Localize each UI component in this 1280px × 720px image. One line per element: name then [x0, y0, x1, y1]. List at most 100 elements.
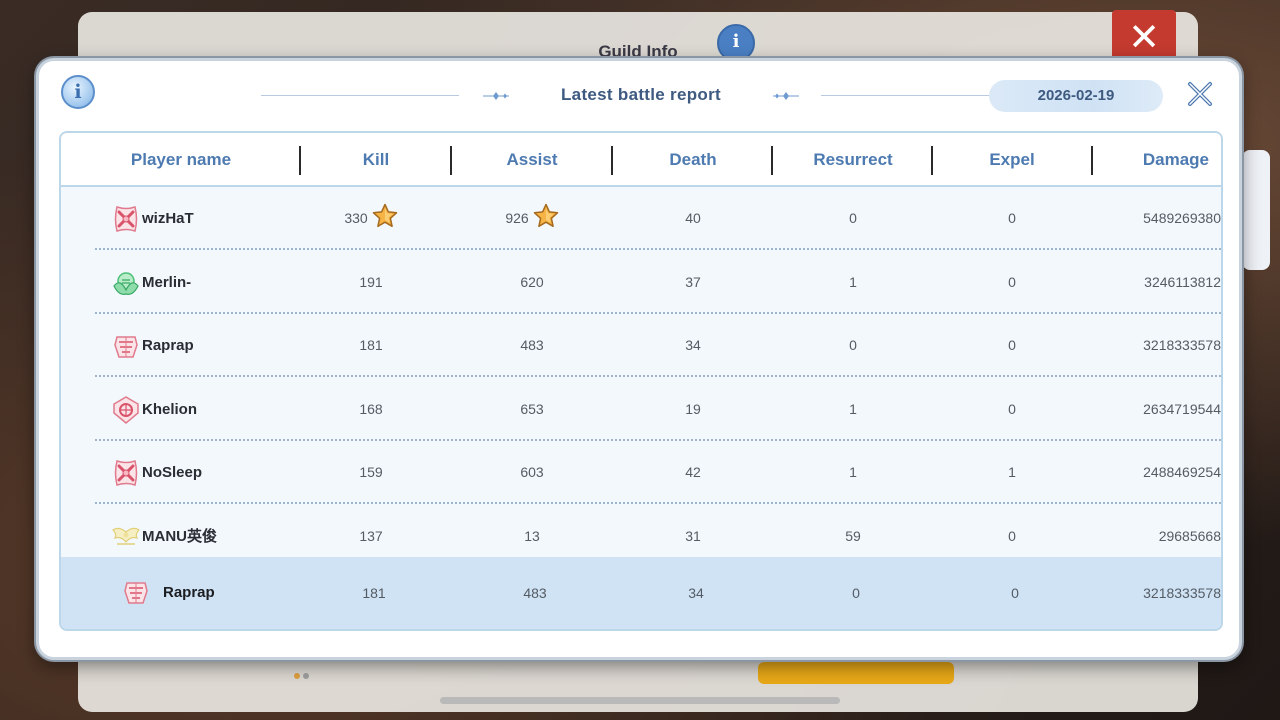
- assist-cell: 483: [455, 557, 615, 629]
- resurrect-cell-value: 1: [849, 273, 857, 290]
- kill-cell-value: 181: [359, 337, 383, 354]
- death-cell-value: 42: [685, 464, 701, 481]
- resurrect-cell: 0: [776, 557, 936, 629]
- death-cell-value: 40: [685, 210, 701, 226]
- damage-cell-value: 2634719544: [1143, 400, 1221, 417]
- table-row[interactable]: Khelion 168 653 19 1 0 2634719544: [61, 378, 1221, 441]
- death-cell: 34: [613, 314, 773, 377]
- resurrect-cell-value: 0: [852, 585, 860, 601]
- kill-cell: 330: [301, 187, 441, 250]
- damage-cell-value: 5489269380: [1143, 210, 1221, 226]
- damage-cell-value: 2488469254: [1143, 464, 1221, 481]
- kill-cell-value: 137: [359, 528, 383, 544]
- expel-cell-value: 0: [1008, 337, 1016, 354]
- kill-cell: 168: [301, 378, 441, 441]
- side-tab: [1242, 150, 1270, 270]
- kill-cell: 159: [301, 441, 441, 504]
- player-name[interactable]: Raprap: [163, 557, 313, 629]
- death-cell: 40: [613, 187, 773, 250]
- death-cell: 37: [613, 251, 773, 314]
- table-row[interactable]: Raprap 181 483 34 0 0 3218333578: [61, 314, 1221, 378]
- resurrect-cell-value: 1: [849, 464, 857, 481]
- helmet-guild-icon: [111, 331, 141, 361]
- assist-cell: 603: [452, 441, 612, 504]
- page-dots: [294, 664, 314, 679]
- helmet-guild-icon: [121, 577, 151, 607]
- resurrect-cell: 1: [773, 378, 933, 441]
- damage-cell-value: 3218333578: [1143, 585, 1221, 601]
- crescent-ornament-right-icon: [773, 87, 814, 105]
- damage-cell: 2488469254: [1061, 441, 1221, 504]
- death-cell-value: 34: [685, 337, 701, 354]
- table-row[interactable]: Merlin- 191 620 37 1 0 3246113812: [61, 251, 1221, 314]
- star-icon: [372, 204, 397, 228]
- expel-cell-value: 0: [1008, 528, 1016, 544]
- home-indicator[interactable]: [440, 697, 840, 704]
- assist-cell-value: 620: [520, 273, 544, 290]
- damage-cell-value: 3246113812: [1144, 273, 1221, 290]
- death-cell-value: 34: [688, 585, 704, 601]
- death-cell: 34: [616, 557, 776, 629]
- kill-cell: 191: [301, 251, 441, 314]
- expel-cell-value: 0: [1011, 585, 1019, 601]
- kill-cell-value: 191: [359, 273, 383, 290]
- column-header-expel[interactable]: Expel: [933, 133, 1091, 187]
- expel-cell-value: 0: [1008, 400, 1016, 417]
- expel-cell-value: 1: [1008, 464, 1016, 481]
- damage-cell: 3218333578: [1061, 557, 1221, 629]
- damage-cell-value: 29685668: [1158, 528, 1221, 544]
- resurrect-cell-value: 0: [849, 337, 857, 354]
- resurrect-cell-value: 59: [845, 528, 861, 544]
- resurrect-cell: 1: [773, 441, 933, 504]
- kill-cell: 181: [301, 314, 441, 377]
- damage-cell: 5489269380: [1061, 187, 1221, 250]
- assist-cell-value: 653: [520, 400, 544, 417]
- title-divider-right: [821, 95, 993, 96]
- gold-wings-guild-icon: [111, 522, 141, 552]
- expel-cell-value: 0: [1008, 210, 1016, 226]
- assist-cell: 653: [452, 378, 612, 441]
- column-header-resurrect[interactable]: Resurrect: [773, 133, 933, 187]
- resurrect-cell: 0: [773, 187, 933, 250]
- assist-cell: 620: [452, 251, 612, 314]
- player-name[interactable]: Merlin-: [142, 251, 292, 314]
- battle-report-table: Player name Kill Assist Death Resurrect …: [59, 131, 1223, 631]
- close-icon[interactable]: [1187, 81, 1213, 107]
- expel-cell-value: 0: [1008, 273, 1016, 290]
- resurrect-cell-value: 0: [849, 210, 857, 226]
- assist-cell: 483: [452, 314, 612, 377]
- player-name[interactable]: NoSleep: [142, 441, 292, 504]
- kill-cell-value: 181: [362, 585, 386, 601]
- damage-cell: 3246113812: [1061, 251, 1221, 314]
- crescent-ornament-left-icon: [468, 87, 509, 105]
- guild-info-icon[interactable]: i: [717, 24, 755, 62]
- column-header-damage[interactable]: Damage: [1093, 133, 1221, 187]
- death-cell-value: 37: [685, 273, 701, 290]
- column-header-assist[interactable]: Assist: [452, 133, 612, 187]
- crossed-swords-guild-icon: [111, 204, 141, 234]
- assist-cell-value: 483: [523, 585, 547, 601]
- table-row[interactable]: NoSleep 159 603 42 1 1 2488469254: [61, 441, 1221, 505]
- column-header-kill[interactable]: Kill: [301, 133, 451, 187]
- report-date[interactable]: 2026-02-19: [989, 80, 1163, 112]
- kill-cell-value: 159: [359, 464, 383, 481]
- dialog-title: Latest battle report: [561, 85, 721, 104]
- damage-cell-value: 3218333578: [1143, 337, 1221, 354]
- column-header-death[interactable]: Death: [613, 133, 773, 187]
- player-name[interactable]: wizHaT: [142, 187, 292, 250]
- title-divider-left: [261, 95, 459, 96]
- info-icon[interactable]: i: [61, 75, 95, 109]
- star-icon: [533, 204, 558, 228]
- battle-report-dialog: i Latest battle report 2026-02-19 Player…: [36, 58, 1242, 660]
- table-row[interactable]: wizHaT 330 926 40 0 0 5489269380: [61, 187, 1221, 250]
- player-name[interactable]: Raprap: [142, 314, 292, 377]
- assist-cell-value: 483: [520, 337, 544, 354]
- death-cell-value: 19: [685, 400, 701, 417]
- assist-cell-value: 13: [524, 528, 540, 544]
- death-cell-value: 31: [685, 528, 701, 544]
- column-header-player-name[interactable]: Player name: [81, 133, 281, 187]
- self-player-row[interactable]: Raprap 181 483 34 0 0 3218333578: [61, 557, 1221, 629]
- player-name[interactable]: Khelion: [142, 378, 292, 441]
- death-cell: 42: [613, 441, 773, 504]
- crossed-swords-guild-icon: [111, 458, 141, 488]
